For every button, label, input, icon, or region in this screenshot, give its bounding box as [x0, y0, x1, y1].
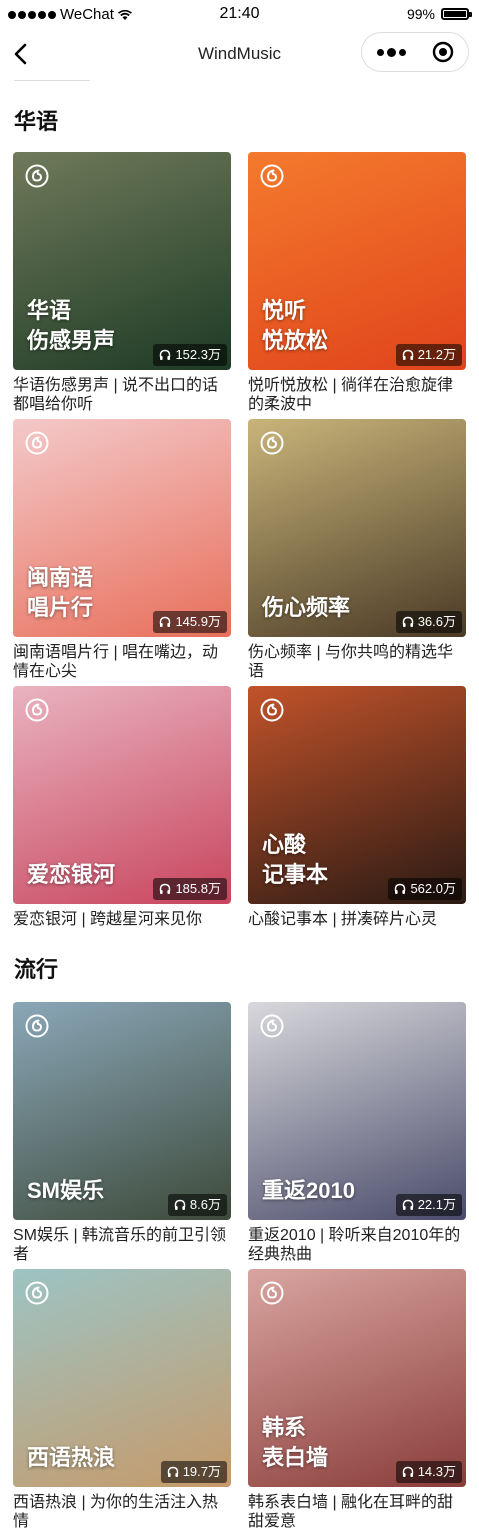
headphone-icon — [167, 1466, 178, 1477]
play-count: 562.0万 — [410, 881, 456, 896]
playlist-title[interactable]: 华语伤感男声 | 说不出口的话都唱给你听 — [13, 376, 231, 414]
play-count-badge: 152.3万 — [153, 344, 227, 366]
play-count-badge: 22.1万 — [395, 1194, 462, 1216]
play-count: 152.3万 — [175, 347, 221, 362]
music-logo-icon — [25, 431, 49, 455]
playlist-card[interactable]: 悦听 悦放松 21.2万悦听悦放松 | 徜徉在治愈旋律的柔波中 — [248, 152, 466, 414]
playlist-cover[interactable]: 重返2010 22.1万 — [248, 1002, 466, 1220]
playlist-card[interactable]: 心酸 记事本 562.0万心酸记事本 | 拼凑碎片心灵 — [248, 686, 466, 948]
battery-percent: 99% — [406, 6, 435, 22]
playlist-card[interactable]: 爱恋银河 185.8万爱恋银河 | 跨越星河来见你 — [13, 686, 231, 948]
playlist-cover[interactable]: 韩系 表白墙 14.3万 — [248, 1269, 466, 1487]
playlist-card[interactable]: 韩系 表白墙 14.3万韩系表白墙 | 融化在耳畔的甜甜爱意 — [248, 1269, 466, 1531]
capsule-menu — [361, 32, 469, 72]
music-logo-icon — [260, 1014, 284, 1038]
play-count-badge: 8.6万 — [167, 1194, 227, 1216]
headphone-icon — [395, 883, 406, 894]
play-count-badge: 145.9万 — [153, 611, 227, 633]
cover-label: 伤心频率 — [262, 595, 351, 620]
playlist-cover[interactable]: 伤心频率 36.6万 — [248, 419, 466, 637]
play-count: 22.1万 — [417, 1197, 456, 1212]
cover-label: 爱恋银河 — [27, 862, 116, 887]
music-logo-icon — [260, 1281, 284, 1305]
headphone-icon — [402, 616, 413, 627]
play-count-badge: 19.7万 — [160, 1461, 227, 1483]
playlist-cover[interactable]: 西语热浪 19.7万 — [13, 1269, 231, 1487]
play-count-badge: 21.2万 — [395, 344, 462, 366]
play-count: 14.3万 — [417, 1464, 456, 1479]
cover-label: 韩系 表白墙 — [262, 1415, 329, 1470]
playlist-card[interactable]: 重返2010 22.1万重返2010 | 聆听来自2010年的经典热曲 — [248, 1002, 466, 1264]
playlist-title[interactable]: 西语热浪 | 为你的生活注入热情 — [13, 1493, 231, 1531]
play-count-badge: 36.6万 — [395, 611, 462, 633]
playlist-title[interactable]: 重返2010 | 聆听来自2010年的经典热曲 — [248, 1226, 466, 1264]
target-circle-icon[interactable] — [432, 41, 454, 63]
playlist-title[interactable]: 韩系表白墙 | 融化在耳畔的甜甜爱意 — [248, 1493, 466, 1531]
section-title: 流行 — [14, 957, 59, 982]
headphone-icon — [402, 1199, 413, 1210]
section-title: 华语 — [14, 109, 59, 134]
status-bar: WeChat 21:40 99% — [0, 0, 479, 30]
playlist-card[interactable]: SM娱乐 8.6万 SM娱乐 | 韩流音乐的前卫引领者 — [13, 1002, 231, 1264]
play-count-badge: 14.3万 — [395, 1461, 462, 1483]
playlist-cover[interactable]: 华语 伤感男声 152.3万 — [13, 152, 231, 370]
music-logo-icon — [25, 164, 49, 188]
headphone-icon — [160, 616, 171, 627]
play-count: 21.2万 — [417, 347, 456, 362]
cover-label: 闽南语 唱片行 — [27, 565, 94, 620]
playlist-title[interactable]: 爱恋银河 | 跨越星河来见你 — [13, 910, 231, 948]
cover-label: 心酸 记事本 — [262, 832, 329, 887]
playlist-title[interactable]: 悦听悦放松 | 徜徉在治愈旋律的柔波中 — [248, 376, 466, 414]
status-right: 99% — [406, 6, 472, 22]
music-logo-icon — [260, 431, 284, 455]
playlist-cover[interactable]: 闽南语 唱片行 145.9万 — [13, 419, 231, 637]
music-logo-icon — [260, 698, 284, 722]
playlist-card[interactable]: 闽南语 唱片行 145.9万闽南语唱片行 | 唱在嘴边，动情在心尖 — [13, 419, 231, 681]
play-count: 185.8万 — [175, 881, 221, 896]
more-dots-icon[interactable] — [374, 44, 408, 60]
headphone-icon — [402, 349, 413, 360]
headphone-icon — [160, 349, 171, 360]
cover-label: 华语 伤感男声 — [27, 298, 116, 353]
music-logo-icon — [260, 164, 284, 188]
playlist-card[interactable]: 华语 伤感男声 152.3万华语伤感男声 | 说不出口的话都唱给你听 — [13, 152, 231, 414]
divider — [14, 80, 90, 81]
playlist-cover[interactable]: SM娱乐 8.6万 — [13, 1002, 231, 1220]
play-count-badge: 185.8万 — [153, 878, 227, 900]
play-count: 19.7万 — [182, 1464, 221, 1479]
playlist-cover[interactable]: 悦听 悦放松 21.2万 — [248, 152, 466, 370]
music-logo-icon — [25, 1281, 49, 1305]
play-count: 145.9万 — [175, 614, 221, 629]
battery-icon — [441, 8, 472, 20]
music-logo-icon — [25, 698, 49, 722]
headphone-icon — [174, 1199, 186, 1210]
headphone-icon — [160, 883, 171, 894]
play-count: 8.6万 — [189, 1197, 221, 1212]
cover-label: SM娱乐 — [27, 1178, 105, 1203]
nav-bar: WindMusic — [0, 30, 479, 78]
cover-label: 重返2010 — [262, 1178, 355, 1203]
cover-label: 西语热浪 — [27, 1445, 116, 1470]
playlist-cover[interactable]: 心酸 记事本 562.0万 — [248, 686, 466, 904]
cover-label: 悦听 悦放松 — [262, 298, 329, 353]
playlist-card[interactable]: 西语热浪 19.7万西语热浪 | 为你的生活注入热情 — [13, 1269, 231, 1531]
playlist-title[interactable]: 心酸记事本 | 拼凑碎片心灵 — [248, 910, 466, 948]
playlist-title[interactable]: 伤心频率 | 与你共鸣的精选华语 — [248, 643, 466, 681]
playlist-cover[interactable]: 爱恋银河 185.8万 — [13, 686, 231, 904]
headphone-icon — [402, 1466, 413, 1477]
play-count-badge: 562.0万 — [388, 878, 462, 900]
playlist-card[interactable]: 伤心频率 36.6万伤心频率 | 与你共鸣的精选华语 — [248, 419, 466, 681]
playlist-title[interactable]: 闽南语唱片行 | 唱在嘴边，动情在心尖 — [13, 643, 231, 681]
playlist-title[interactable]: SM娱乐 | 韩流音乐的前卫引领者 — [13, 1226, 231, 1264]
play-count: 36.6万 — [417, 614, 456, 629]
music-logo-icon — [25, 1014, 49, 1038]
